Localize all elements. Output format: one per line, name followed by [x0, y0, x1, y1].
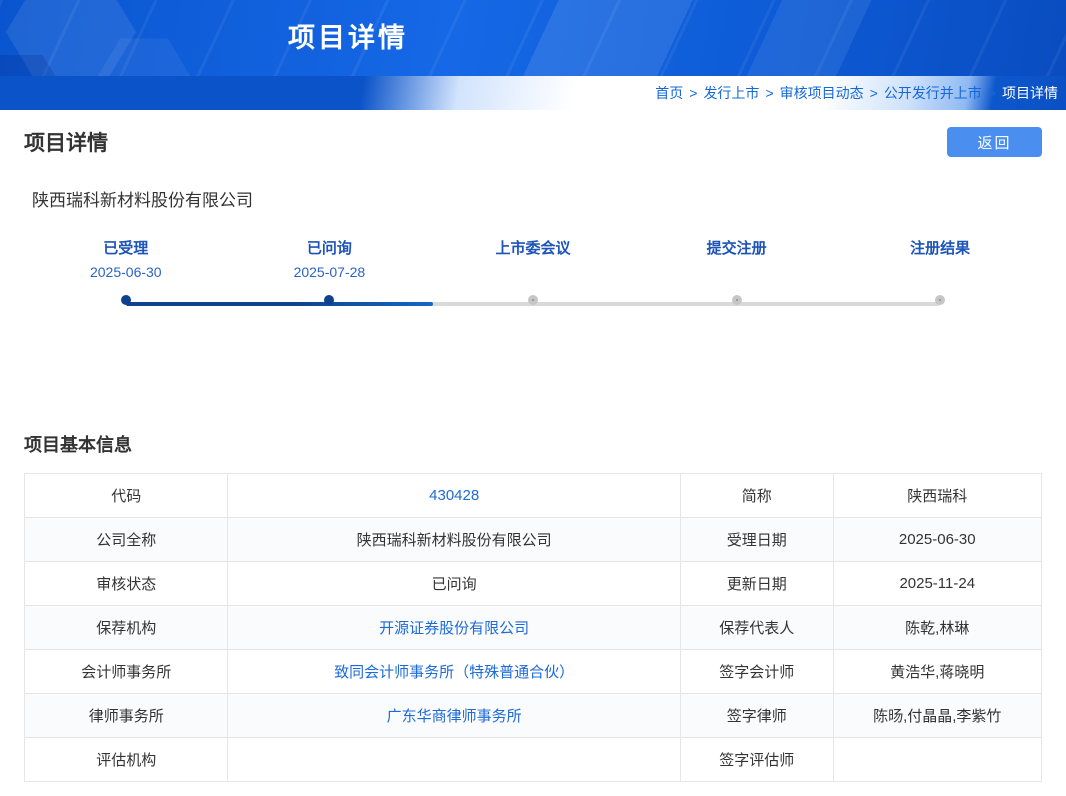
table-row: 审核状态 已问询 更新日期 2025-11-24 [23, 561, 1042, 606]
row-value: 陈乾,林琳 [832, 605, 1042, 650]
row-label: 签字律师 [679, 693, 834, 738]
title-row: 项目详情 返回 [24, 124, 1042, 160]
row-value[interactable]: 致同会计师事务所（特殊普通合伙） [227, 649, 681, 694]
timeline-step-date: 2025-07-28 [293, 264, 366, 280]
breadcrumb-item[interactable]: 首页 [655, 85, 683, 101]
row-label: 签字评估师 [679, 737, 834, 782]
timeline-step-dot [935, 295, 946, 305]
section-title: 项目基本信息 [24, 435, 132, 455]
table-row: 律师事务所 广东华商律师事务所 签字律师 陈旸,付晶晶,李紫竹 [23, 693, 1042, 738]
row-label: 保荐机构 [23, 605, 229, 650]
row-value [832, 737, 1042, 782]
row-value: 陕西瑞科新材料股份有限公司 [227, 517, 681, 562]
timeline-step-dot [120, 295, 131, 305]
breadcrumb-bar: 首页 > 发行上市 > 审核项目动态 > 公开发行并上市 > 项目详情 [0, 76, 1066, 110]
row-value: 2025-11-24 [832, 561, 1042, 606]
basic-info-tbody: 代码 430428 简称 陕西瑞科 公司全称 陕西瑞科新材料股份有限公司 受理日期 2025-… [23, 473, 1042, 782]
row-value[interactable]: 广东华商律师事务所 [227, 693, 681, 738]
row-label: 受理日期 [679, 517, 834, 562]
timeline-step: 已问询 2025-07-28 [228, 237, 432, 305]
banner-title: 项目详情 [288, 23, 408, 53]
timeline-step-dot [731, 295, 742, 305]
breadcrumb: 首页 > 发行上市 > 审核项目动态 > 公开发行并上市 > 项目详情 [0, 76, 1058, 110]
row-label: 签字会计师 [679, 649, 834, 694]
timeline-step: 已受理 2025-06-30 [24, 237, 228, 305]
timeline-step-date [838, 261, 1042, 283]
row-label: 律师事务所 [23, 693, 229, 738]
timeline-step-label: 已受理 [103, 240, 149, 257]
table-row: 保荐机构 开源证券股份有限公司 保荐代表人 陈乾,林琳 [23, 605, 1042, 650]
back-button[interactable]: 返回 [947, 127, 1042, 157]
breadcrumb-item[interactable]: 公开发行并上市 [884, 85, 982, 101]
basic-info-table: 代码 430428 简称 陕西瑞科 公司全称 陕西瑞科新材料股份有限公司 受理日期 2025-… [23, 473, 1042, 782]
row-value: 430428 [227, 473, 681, 518]
timeline-step: 上市委会议 [431, 237, 635, 305]
row-value [227, 737, 681, 782]
row-label: 保荐代表人 [679, 605, 834, 650]
page-title: 项目详情 [24, 132, 108, 155]
row-label: 公司全称 [23, 517, 229, 562]
row-value: 陈旸,付晶晶,李紫竹 [832, 693, 1042, 738]
page: 项目详情 首页 > 发行上市 > 审核项目动态 > 公开发行并上市 > 项目详情 项目详情 返回… [0, 0, 1066, 782]
breadcrumb-separator: > [765, 85, 774, 101]
content: 项目详情 返回 陕西瑞科新材料股份有限公司 已受理 2025-06-30 已问询 20… [0, 124, 1066, 782]
timeline-step: 提交注册 [635, 237, 839, 305]
company-name: 陕西瑞科新材料股份有限公司 [32, 191, 253, 210]
breadcrumb-separator: > [869, 85, 878, 101]
table-row: 代码 430428 简称 陕西瑞科 [23, 473, 1042, 518]
row-label: 代码 [23, 473, 229, 518]
timeline-step: 注册结果 [838, 237, 1042, 305]
timeline: 已受理 2025-06-30 已问询 2025-07-28 上市委会议 提交注册 注册结果 [24, 237, 1042, 323]
breadcrumb-separator: > [987, 85, 996, 101]
row-value: 陕西瑞科 [832, 473, 1042, 518]
table-row: 会计师事务所 致同会计师事务所（特殊普通合伙） 签字会计师 黄浩华,蒋晓明 [23, 649, 1042, 694]
row-value: 黄浩华,蒋晓明 [832, 649, 1042, 694]
table-row: 评估机构 签字评估师 [23, 737, 1042, 782]
breadcrumb-item: 项目详情 [1002, 85, 1058, 101]
banner: 项目详情 首页 > 发行上市 > 审核项目动态 > 公开发行并上市 > 项目详情 [0, 0, 1066, 110]
breadcrumb-separator: > [689, 85, 698, 101]
row-label: 简称 [679, 473, 834, 518]
row-value[interactable]: 开源证券股份有限公司 [227, 605, 681, 650]
timeline-step-label: 提交注册 [706, 240, 767, 257]
timeline-steps: 已受理 2025-06-30 已问询 2025-07-28 上市委会议 提交注册 注册结果 [24, 237, 1042, 305]
row-label: 会计师事务所 [23, 649, 229, 694]
row-label: 更新日期 [679, 561, 834, 606]
timeline-step-label: 上市委会议 [495, 240, 571, 257]
timeline-step-dot [324, 295, 335, 305]
table-row: 公司全称 陕西瑞科新材料股份有限公司 受理日期 2025-06-30 [23, 517, 1042, 562]
timeline-step-date [635, 261, 839, 283]
timeline-step-date: 2025-06-30 [89, 264, 162, 280]
timeline-step-date [431, 261, 635, 283]
breadcrumb-item[interactable]: 审核项目动态 [780, 85, 864, 101]
row-value: 2025-06-30 [832, 517, 1042, 562]
timeline-step-dot [527, 295, 538, 305]
row-value: 已问询 [227, 561, 681, 606]
breadcrumb-item[interactable]: 发行上市 [703, 85, 759, 101]
timeline-step-label: 注册结果 [910, 240, 971, 257]
timeline-step-label: 已问询 [306, 240, 352, 257]
row-label: 评估机构 [23, 737, 229, 782]
row-label: 审核状态 [23, 561, 229, 606]
